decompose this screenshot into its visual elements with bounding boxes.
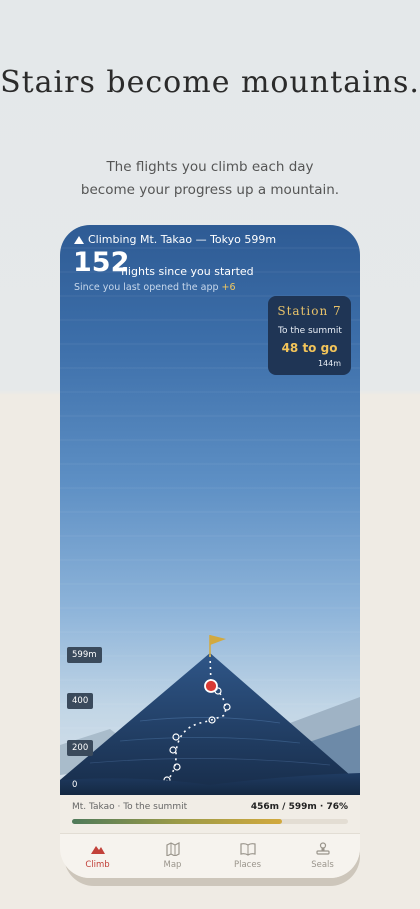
headline: Stairs become mountains.: [0, 65, 420, 100]
altitude-tag-0: 0: [72, 780, 78, 790]
map-icon: [165, 842, 180, 856]
current-position-marker: [204, 679, 218, 693]
since-last-open: Since you last opened the app +6: [74, 282, 236, 293]
station-to-go: 48 to go: [281, 341, 338, 355]
book-icon: [239, 843, 256, 856]
tab-climb[interactable]: Climb: [60, 834, 135, 878]
tab-label-climb: Climb: [85, 860, 110, 870]
phone-mockup: Climbing Mt. Takao — Tokyo 599m 152 flig…: [60, 225, 360, 878]
mountain-illustration: [60, 635, 360, 795]
stamp-icon: [315, 842, 330, 855]
tab-map[interactable]: Map: [135, 834, 210, 878]
progress-track: [72, 819, 348, 824]
progress-fill: [72, 819, 282, 824]
tab-label-map: Map: [163, 860, 182, 870]
since-label: Since you last opened the app: [74, 282, 219, 293]
tab-places[interactable]: Places: [210, 834, 285, 878]
station-card[interactable]: Station 7 To the summit 48 to go 144m: [268, 296, 351, 375]
summit-flag-icon: [210, 635, 226, 645]
mountain-marker-icon: [74, 235, 84, 244]
tab-seals[interactable]: Seals: [285, 834, 360, 878]
subheadline: The flights you climb each day become yo…: [0, 156, 420, 202]
altitude-tag-200: 200: [67, 740, 94, 756]
location-text: Climbing Mt. Takao — Tokyo 599m: [88, 233, 277, 246]
mountain-icon: [90, 846, 105, 854]
subheadline-line-2: become your progress up a mountain.: [80, 182, 340, 198]
tab-bar: Climb Map Places Seals: [60, 833, 360, 878]
since-delta: +6: [221, 282, 236, 293]
station-title: Station 7: [277, 304, 342, 318]
location-header: Climbing Mt. Takao — Tokyo 599m: [74, 233, 276, 246]
station-meters: 144m: [317, 359, 341, 368]
flights-label: flights since you started: [121, 265, 254, 278]
altitude-tag-400: 400: [67, 693, 94, 709]
tab-label-places: Places: [233, 860, 262, 870]
progress-section: Mt. Takao · To the summit 456m / 599m · …: [60, 795, 360, 833]
progress-label: Mt. Takao · To the summit: [72, 802, 188, 812]
altitude-tag-summit: 599m: [67, 647, 102, 663]
subheadline-line-1: The flights you climb each day: [106, 159, 314, 175]
tab-label-seals: Seals: [311, 860, 334, 870]
progress-value: 456m / 599m · 76%: [250, 802, 348, 812]
station-subtitle: To the summit: [278, 326, 342, 336]
